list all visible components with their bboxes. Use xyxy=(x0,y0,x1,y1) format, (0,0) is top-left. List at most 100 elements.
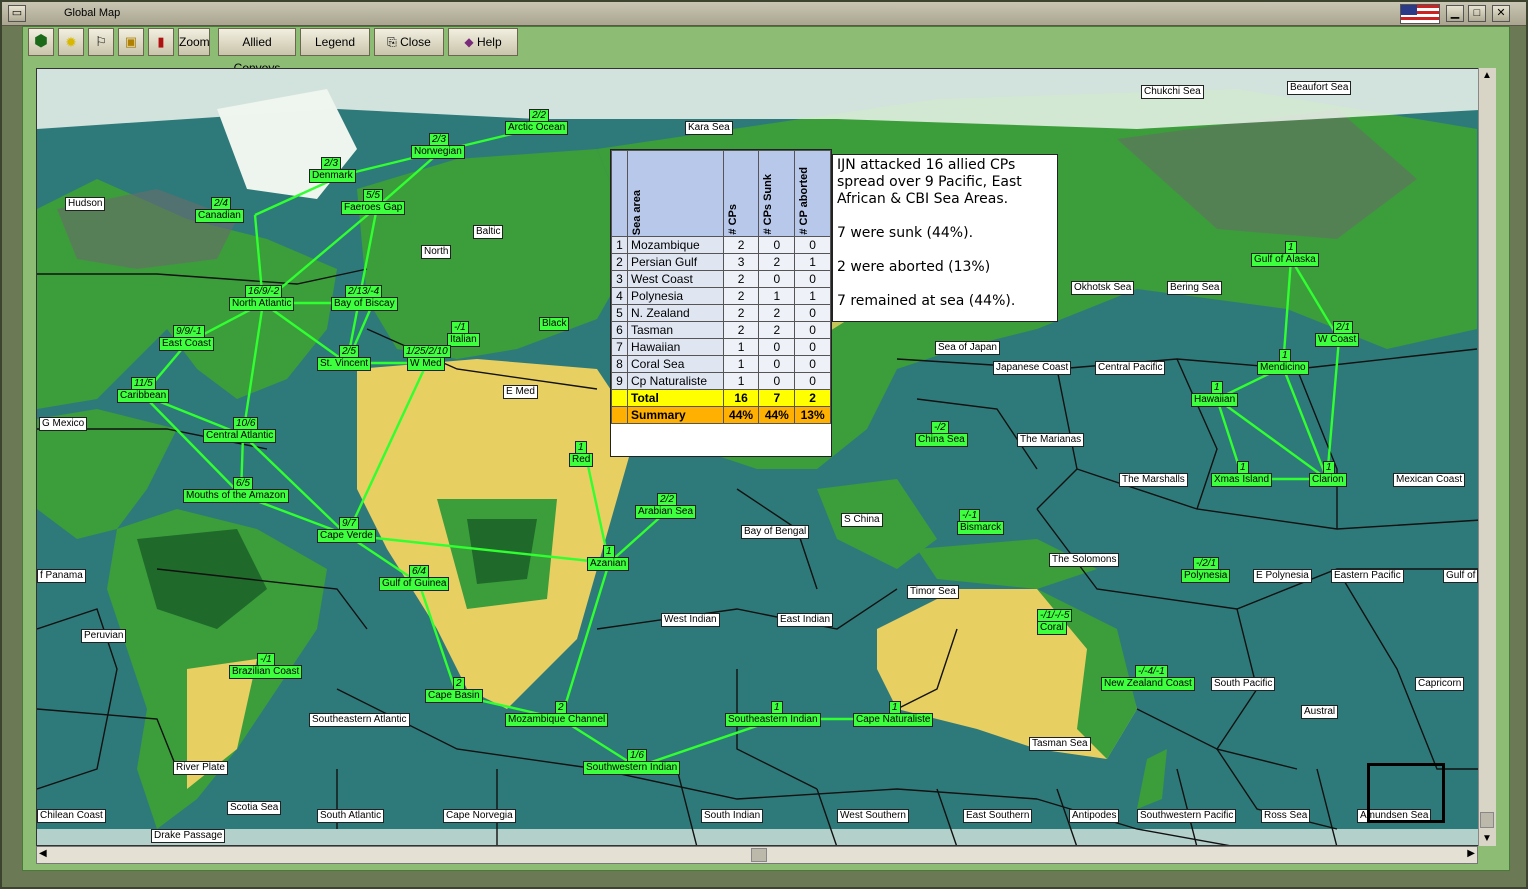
convoy-sea-label[interactable]: W Med xyxy=(407,357,445,371)
sea-label[interactable]: The Solomons xyxy=(1049,553,1120,567)
convoy-sea-label[interactable]: Faeroes Gap xyxy=(341,201,406,215)
sea-label[interactable]: East Southern xyxy=(963,809,1033,823)
convoy-sea-label[interactable]: Central Atlantic xyxy=(203,429,277,443)
legend-button[interactable]: Legend xyxy=(300,28,370,56)
convoy-sea-label[interactable]: Cape Verde xyxy=(317,529,376,543)
convoy-sea-label[interactable]: Arctic Ocean xyxy=(505,121,569,135)
horizontal-scrollbar[interactable]: ◀ ▶ xyxy=(36,846,1478,864)
sea-label[interactable]: River Plate xyxy=(173,761,228,775)
map-grid-button[interactable]: ▣ xyxy=(118,28,144,56)
sea-label[interactable]: East Indian xyxy=(777,613,834,627)
sea-label[interactable]: South Indian xyxy=(701,809,764,823)
convoy-sea-label[interactable]: Canadian xyxy=(195,209,244,223)
convoy-sea-label[interactable]: Caribbean xyxy=(117,389,170,403)
sea-label[interactable]: The Marianas xyxy=(1017,433,1085,447)
convoy-sea-label[interactable]: Brazilian Coast xyxy=(229,665,303,679)
convoy-sea-label[interactable]: Mouths of the Amazon xyxy=(183,489,289,503)
sea-label[interactable]: E Med xyxy=(503,385,538,399)
sea-label[interactable]: f Panama xyxy=(37,569,86,583)
sea-label[interactable]: Chukchi Sea xyxy=(1141,85,1204,99)
sea-label[interactable]: Gulf of xyxy=(1443,569,1479,583)
sea-label[interactable]: Kara Sea xyxy=(685,121,733,135)
convoy-sea-label[interactable]: W Coast xyxy=(1315,333,1360,347)
sea-label[interactable]: Eastern Pacific xyxy=(1331,569,1404,583)
convoy-sea-label[interactable]: Bay of Biscay xyxy=(331,297,398,311)
convoy-sea-label[interactable]: Cape Naturaliste xyxy=(853,713,934,727)
sea-label[interactable]: Capricorn xyxy=(1415,677,1465,691)
sea-label[interactable]: Central Pacific xyxy=(1095,361,1166,375)
convoy-sea-label[interactable]: Mendicino xyxy=(1257,361,1309,375)
convoy-sea-label[interactable]: Arabian Sea xyxy=(635,505,697,519)
sea-label[interactable]: Bay of Bengal xyxy=(741,525,810,539)
convoy-sea-label[interactable]: Hawaiian xyxy=(1191,393,1239,407)
maximize-icon[interactable]: □ xyxy=(1468,5,1486,22)
sea-label[interactable]: Mexican Coast xyxy=(1393,473,1466,487)
sea-label[interactable]: Cape Norvegia xyxy=(443,809,516,823)
minimize-icon[interactable]: ▁ xyxy=(1446,5,1464,22)
sea-label[interactable]: North xyxy=(421,245,452,259)
sea-label[interactable]: The Marshalls xyxy=(1119,473,1188,487)
allied-convoys-button[interactable]: Allied Convoys xyxy=(218,28,296,75)
weather-button[interactable]: ✹ xyxy=(58,28,84,56)
sea-label[interactable]: West Southern xyxy=(837,809,909,823)
convoy-sea-label[interactable]: Gulf of Guinea xyxy=(379,577,450,591)
sea-label[interactable]: Austral xyxy=(1301,705,1339,719)
sea-label[interactable]: Southeastern Atlantic xyxy=(309,713,410,727)
scroll-left-icon[interactable]: ◀ xyxy=(39,848,47,859)
vertical-scrollbar[interactable]: ▲ ▼ xyxy=(1478,68,1496,846)
sea-label[interactable]: G Mexico xyxy=(39,417,88,431)
sea-label[interactable]: Peruvian xyxy=(81,629,127,643)
sea-label[interactable]: Sea of Japan xyxy=(935,341,1000,355)
convoy-sea-label[interactable]: St. Vincent xyxy=(317,357,372,371)
sea-label[interactable]: South Atlantic xyxy=(317,809,385,823)
sea-label[interactable]: S China xyxy=(841,513,883,527)
scroll-down-icon[interactable]: ▼ xyxy=(1482,833,1492,844)
convoy-sea-label[interactable]: Azanian xyxy=(587,557,630,571)
sea-label[interactable]: Bering Sea xyxy=(1167,281,1223,295)
scroll-right-icon[interactable]: ▶ xyxy=(1467,848,1475,859)
sea-label[interactable]: Japanese Coast xyxy=(993,361,1072,375)
convoy-sea-label[interactable]: China Sea xyxy=(915,433,968,447)
system-menu-icon[interactable]: ▭ xyxy=(8,5,26,22)
convoy-sea-label[interactable]: Gulf of Alaska xyxy=(1251,253,1319,267)
sea-label[interactable]: Hudson xyxy=(65,197,106,211)
convoy-sea-label[interactable]: Black xyxy=(539,317,570,331)
zoom-button[interactable]: Zoom xyxy=(178,28,210,56)
convoy-sea-label[interactable]: North Atlantic xyxy=(229,297,295,311)
convoy-sea-label[interactable]: Norwegian xyxy=(411,145,465,159)
convoy-sea-label[interactable]: Mozambique Channel xyxy=(505,713,609,727)
sea-label[interactable]: West Indian xyxy=(661,613,720,627)
unit-view-button[interactable]: ⬢ xyxy=(28,28,54,56)
convoy-sea-label[interactable]: Clarion xyxy=(1309,473,1347,487)
convoy-sea-label[interactable]: Italian xyxy=(447,333,480,347)
convoy-sea-label[interactable]: Cape Basin xyxy=(425,689,483,703)
convoy-sea-label[interactable]: Bismarck xyxy=(957,521,1005,535)
convoy-sea-label[interactable]: Xmas Island xyxy=(1211,473,1273,487)
sea-label[interactable]: Baltic xyxy=(473,225,504,239)
convoy-sea-label[interactable]: New Zealand Coast xyxy=(1101,677,1195,691)
scrollbar-thumb[interactable] xyxy=(1480,812,1494,828)
flag-button[interactable]: ⚐ xyxy=(88,28,114,56)
convoy-sea-label[interactable]: Coral xyxy=(1037,621,1067,635)
scrollbar-thumb[interactable] xyxy=(751,848,767,862)
sea-label[interactable]: Tasman Sea xyxy=(1029,737,1091,751)
close-button[interactable]: ⎘ Close xyxy=(374,28,444,56)
sea-label[interactable]: Beaufort Sea xyxy=(1287,81,1352,95)
convoy-sea-label[interactable]: Polynesia xyxy=(1181,569,1231,583)
sea-label[interactable]: E Polynesia xyxy=(1253,569,1312,583)
convoy-sea-label[interactable]: Red xyxy=(569,453,594,467)
sea-label[interactable]: Southwestern Pacific xyxy=(1137,809,1237,823)
convoy-sea-label[interactable]: East Coast xyxy=(159,337,214,351)
scroll-up-icon[interactable]: ▲ xyxy=(1482,70,1492,81)
sea-label[interactable]: Ross Sea xyxy=(1261,809,1311,823)
sea-label[interactable]: Chilean Coast xyxy=(37,809,106,823)
help-button[interactable]: ◆ Help xyxy=(448,28,518,56)
convoy-sea-label[interactable]: Denmark xyxy=(309,169,356,183)
sea-label[interactable]: Drake Passage xyxy=(151,829,226,843)
sea-label[interactable]: Antipodes xyxy=(1069,809,1120,823)
inventory-button[interactable]: ▮ xyxy=(148,28,174,56)
sea-label[interactable]: Okhotsk Sea xyxy=(1071,281,1135,295)
convoy-sea-label[interactable]: Southeastern Indian xyxy=(725,713,821,727)
map-selection-box[interactable] xyxy=(1367,763,1445,823)
sea-label[interactable]: South Pacific xyxy=(1211,677,1276,691)
